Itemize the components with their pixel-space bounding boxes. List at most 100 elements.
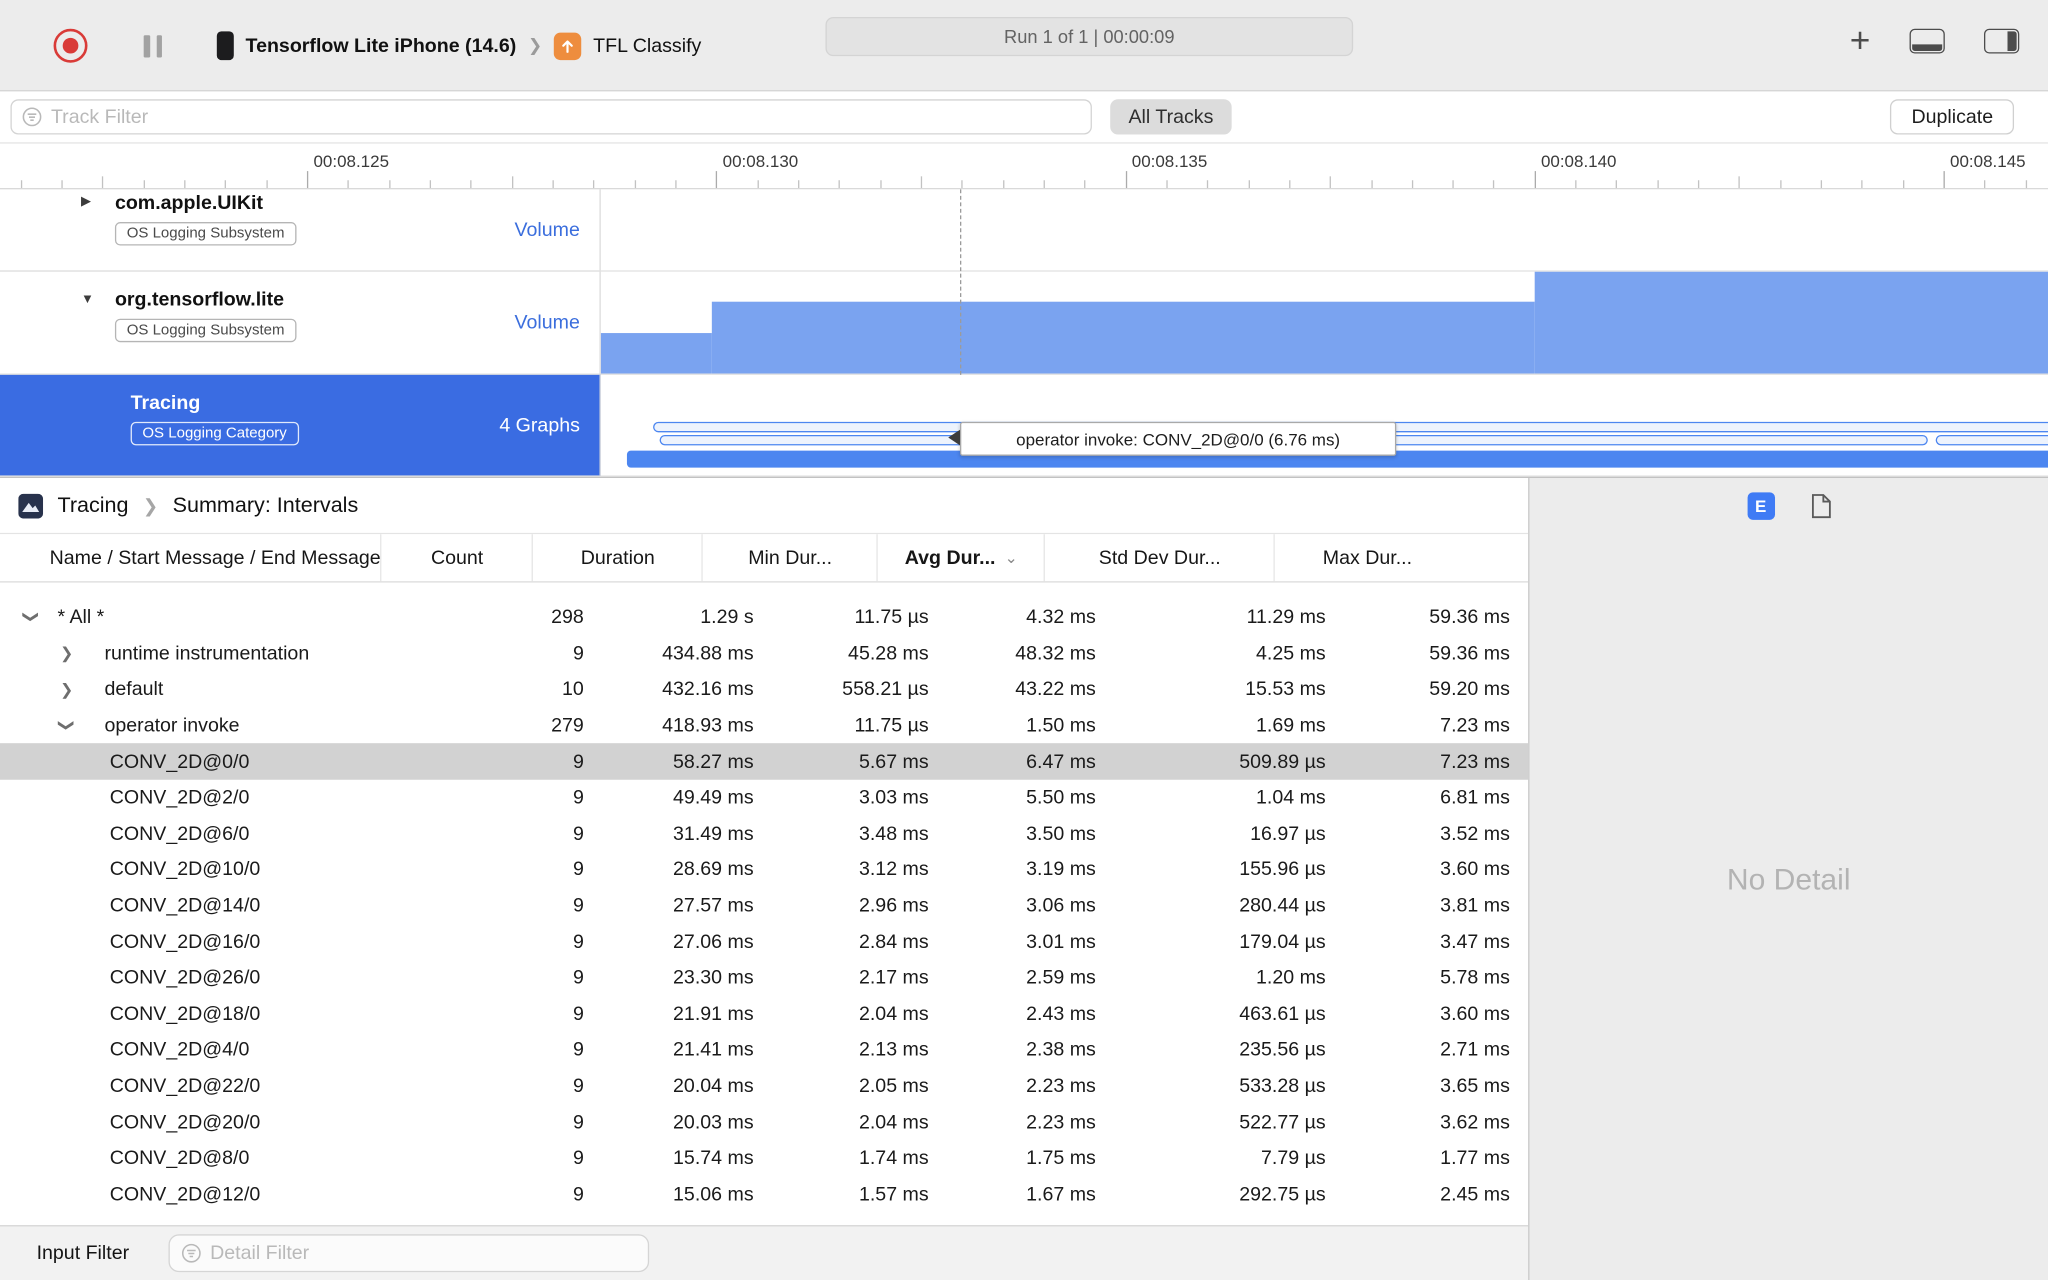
- table-row[interactable]: ❯ operator invoke 279 418.93 ms 11.75 µs 1.50…: [0, 708, 1528, 744]
- table-row[interactable]: CONV_2D@4/0 9 21.41 ms 2.13 ms 2.38 ms 235.56…: [0, 1032, 1528, 1068]
- ruler-tick: [1207, 180, 1209, 189]
- device-name[interactable]: Tensorflow Lite iPhone (14.6): [246, 35, 517, 57]
- ruler-tick: [961, 180, 963, 189]
- row-std: 533.28 µs: [1239, 1074, 1326, 1098]
- add-instrument-icon[interactable]: +: [1850, 23, 1871, 59]
- detail-filter-input[interactable]: Detail Filter: [168, 1234, 649, 1273]
- row-max: 3.47 ms: [1440, 930, 1510, 953]
- row-min: 1.74 ms: [858, 1147, 929, 1170]
- track-filter-input[interactable]: Track Filter: [10, 99, 1092, 135]
- breadcrumb-instrument[interactable]: Tracing: [57, 493, 128, 518]
- bottom-pane-toggle-icon[interactable]: [1909, 28, 1945, 54]
- table-row[interactable]: CONV_2D@18/0 9 21.91 ms 2.04 ms 2.43 ms 463.6…: [0, 996, 1528, 1032]
- ruler-tick: [429, 180, 432, 189]
- tracing-graph[interactable]: operator invoke: CONV_2D@0/0 (6.76 ms): [600, 374, 2048, 476]
- column-label: Duration: [580, 546, 655, 569]
- row-name-label: runtime instrumentation: [104, 642, 310, 665]
- row-min: 5.67 ms: [858, 750, 929, 773]
- track-meta[interactable]: 4 Graphs: [499, 414, 580, 436]
- column-header-min[interactable]: Min Dur...: [703, 534, 879, 582]
- collapse-icon[interactable]: ❯: [22, 610, 40, 623]
- row-name: CONV_2D@2/0: [0, 787, 451, 809]
- track-meta[interactable]: Volume: [515, 312, 580, 334]
- playhead-line[interactable]: [959, 189, 962, 375]
- table-row[interactable]: CONV_2D@0/0 9 58.27 ms 5.67 ms 6.47 ms 509.89…: [0, 743, 1529, 780]
- row-duration: 1.29 s: [700, 606, 754, 629]
- ruler-tick: [716, 171, 718, 189]
- all-tracks-button[interactable]: All Tracks: [1110, 99, 1232, 135]
- row-max: 7.23 ms: [1440, 714, 1510, 737]
- row-std: 292.75 µs: [1239, 1183, 1326, 1206]
- column-header-avg[interactable]: Avg Dur... ⌄: [878, 534, 1046, 582]
- row-std: 155.96 µs: [1239, 858, 1326, 881]
- table-row[interactable]: CONV_2D@8/0 9 15.74 ms 1.74 ms 1.75 ms 7.79 µ…: [0, 1140, 1528, 1176]
- track-label[interactable]: ▼ org.tensorflow.lite OS Logging Subsyst…: [0, 271, 601, 374]
- track-row-tracing[interactable]: Tracing OS Logging Category 4 Graphs ope…: [0, 374, 2048, 477]
- table-row[interactable]: CONV_2D@10/0 9 28.69 ms 3.12 ms 3.19 ms 155.9…: [0, 852, 1528, 888]
- table-row[interactable]: CONV_2D@16/0 9 27.06 ms 2.84 ms 3.01 ms 179.0…: [0, 924, 1528, 960]
- row-duration: 28.69 ms: [673, 858, 754, 881]
- ruler-tick: [1984, 180, 1986, 189]
- track-label[interactable]: ▶ com.apple.UIKit OS Logging Subsystem V…: [0, 189, 601, 271]
- device-target-selector[interactable]: Tensorflow Lite iPhone (14.6) ❯ TFL Clas…: [216, 24, 702, 68]
- timeline-ruler[interactable]: 00:08.125 00:08.130 00:08.135 00:08.140 00:0…: [0, 143, 2048, 190]
- table-row[interactable]: ❯ runtime instrumentation 9 434.88 ms 45.28 …: [0, 636, 1528, 672]
- table-row[interactable]: ❯ * All * 298 1.29 s 11.75 µs 4.32 ms 11.29 ms…: [0, 600, 1528, 636]
- table-row[interactable]: CONV_2D@12/0 9 15.06 ms 1.57 ms 1.67 ms 292.7…: [0, 1176, 1528, 1212]
- track-label-selected[interactable]: Tracing OS Logging Category 4 Graphs: [0, 374, 601, 476]
- column-header-count[interactable]: Count: [382, 534, 534, 582]
- breadcrumb-page[interactable]: Summary: Intervals: [173, 493, 359, 518]
- row-std: 4.25 ms: [1256, 642, 1326, 665]
- row-max: 3.60 ms: [1440, 1002, 1510, 1026]
- record-button[interactable]: [53, 28, 88, 63]
- column-header-name[interactable]: Name / Start Message / End Message: [0, 534, 382, 582]
- row-count: 9: [572, 750, 584, 773]
- target-name[interactable]: TFL Classify: [593, 35, 701, 57]
- track-meta[interactable]: Volume: [515, 219, 580, 241]
- ruler-tick: [143, 180, 145, 189]
- table-row[interactable]: CONV_2D@20/0 9 20.03 ms 2.04 ms 2.23 ms 522.7…: [0, 1104, 1528, 1140]
- table-row[interactable]: CONV_2D@14/0 9 27.57 ms 2.96 ms 3.06 ms 280.4…: [0, 888, 1528, 924]
- track-row-tensorflow[interactable]: ▼ org.tensorflow.lite OS Logging Subsyst…: [0, 271, 2048, 375]
- right-pane-toggle-icon[interactable]: [1983, 28, 2020, 54]
- row-duration: 434.88 ms: [662, 642, 754, 665]
- expand-icon[interactable]: ❯: [60, 644, 73, 662]
- table-row[interactable]: CONV_2D@6/0 9 31.49 ms 3.48 ms 3.50 ms 16.97 …: [0, 816, 1528, 852]
- disclosure-expanded-icon[interactable]: ▼: [81, 293, 94, 307]
- row-avg: 2.38 ms: [1026, 1038, 1096, 1062]
- row-count: 9: [572, 858, 584, 881]
- tracing-instrument-icon: [18, 493, 44, 518]
- row-name-label: CONV_2D@26/0: [109, 966, 261, 990]
- disclosure-collapsed-icon[interactable]: ▶: [81, 195, 91, 209]
- table-row[interactable]: CONV_2D@2/0 9 49.49 ms 3.03 ms 5.50 ms 1.04 m…: [0, 780, 1528, 816]
- row-max: 3.65 ms: [1440, 1074, 1510, 1098]
- row-name: ❯ default: [0, 679, 451, 701]
- row-count: 9: [572, 1110, 584, 1134]
- ruler-tick: [1166, 180, 1168, 189]
- expand-icon[interactable]: ❯: [60, 680, 73, 698]
- ruler-tick: [1411, 180, 1413, 189]
- ruler-tick-label: 00:08.130: [722, 151, 799, 172]
- row-max: 3.81 ms: [1440, 894, 1510, 917]
- collapse-icon[interactable]: ❯: [58, 718, 76, 731]
- table-row[interactable]: CONV_2D@26/0 9 23.30 ms 2.17 ms 2.59 ms 1.20 …: [0, 960, 1528, 996]
- column-header-max[interactable]: Max Dur...: [1275, 534, 1459, 581]
- row-avg: 5.50 ms: [1026, 786, 1096, 809]
- bottom-pane-fill: [1912, 44, 1943, 51]
- ruler-tick: [184, 180, 186, 189]
- run-status[interactable]: Run 1 of 1 | 00:00:09: [825, 16, 1354, 57]
- row-min: 2.17 ms: [858, 966, 929, 990]
- column-header-stddev[interactable]: Std Dev Dur...: [1045, 534, 1276, 582]
- pause-button[interactable]: [143, 35, 168, 58]
- volume-graph[interactable]: [600, 271, 2048, 374]
- column-header-duration[interactable]: Duration: [533, 534, 704, 582]
- row-name-label: CONV_2D@22/0: [109, 1074, 261, 1098]
- track-row-uikit[interactable]: ▶ com.apple.UIKit OS Logging Subsystem V…: [0, 189, 2048, 272]
- table-row[interactable]: ❯ default 10 432.16 ms 558.21 µs 43.22 ms 15.5…: [0, 672, 1528, 708]
- track-plot-uikit[interactable]: [600, 189, 2048, 271]
- row-avg: 48.32 ms: [1015, 642, 1096, 665]
- duplicate-button[interactable]: Duplicate: [1890, 99, 2015, 135]
- ruler-tick: [1575, 180, 1577, 189]
- table-row[interactable]: CONV_2D@22/0 9 20.04 ms 2.05 ms 2.23 ms 533.2…: [0, 1068, 1528, 1104]
- column-label: Std Dev Dur...: [1098, 546, 1221, 569]
